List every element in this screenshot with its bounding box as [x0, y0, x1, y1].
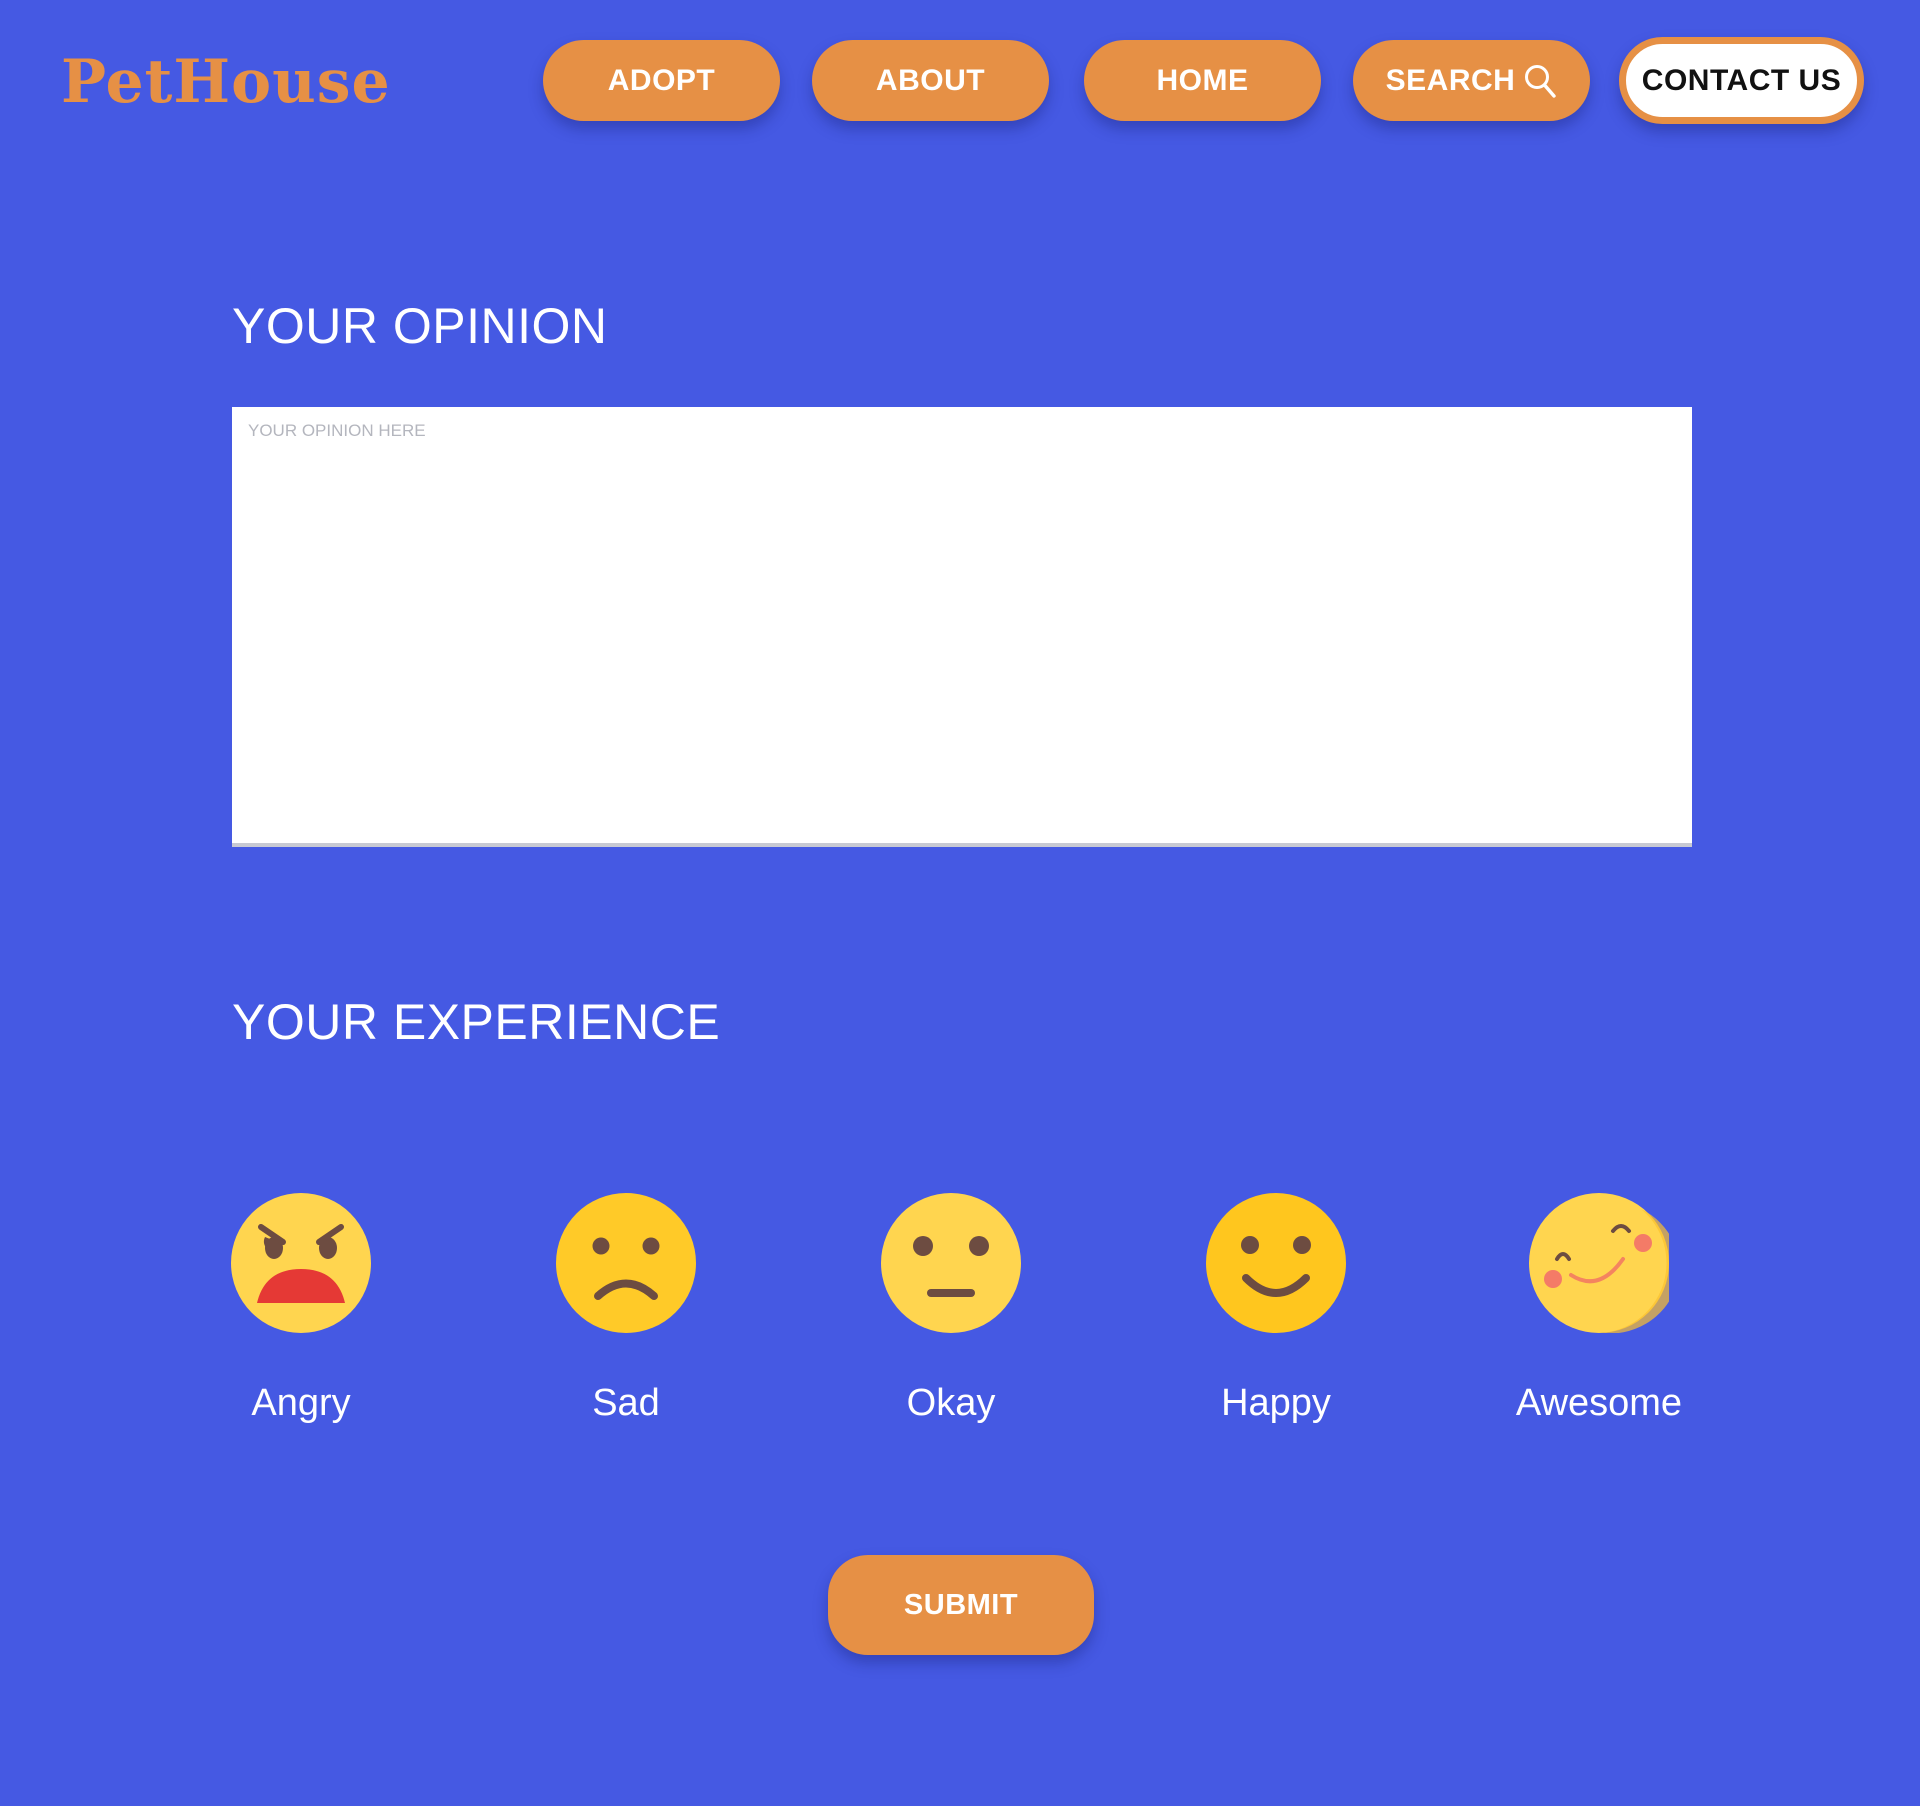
nav-contact-label: CONTACT US: [1641, 63, 1842, 97]
nav-contact-button[interactable]: CONTACT US: [1619, 37, 1864, 124]
rating-label-sad: Sad: [592, 1382, 660, 1424]
nav-adopt-button[interactable]: ADOPT: [543, 40, 780, 121]
nav-search-button[interactable]: SEARCH: [1353, 40, 1590, 121]
nav-home-label: HOME: [1156, 63, 1249, 97]
nav-about-label: ABOUT: [875, 63, 986, 97]
rating-option-angry[interactable]: Angry: [201, 1193, 401, 1425]
search-icon: [1523, 63, 1557, 99]
nav-home-button[interactable]: HOME: [1084, 40, 1321, 121]
site-logo[interactable]: PetHouse: [61, 42, 391, 122]
experience-heading: YOUR EXPERIENCE: [232, 994, 721, 1050]
opinion-heading: YOUR OPINION: [232, 298, 608, 354]
happy-face-icon: [1176, 1193, 1376, 1333]
nav-about-button[interactable]: ABOUT: [812, 40, 1049, 121]
submit-label: SUBMIT: [903, 1588, 1019, 1621]
angry-face-icon: [201, 1193, 401, 1333]
rating-option-sad[interactable]: Sad: [526, 1193, 726, 1425]
opinion-textarea[interactable]: [232, 407, 1692, 847]
neutral-face-icon: [851, 1193, 1051, 1333]
rating-option-okay[interactable]: Okay: [851, 1193, 1051, 1425]
nav-search-label: SEARCH: [1385, 63, 1516, 97]
rating-label-okay: Okay: [906, 1382, 996, 1424]
rating-label-angry: Angry: [251, 1382, 351, 1424]
sad-face-icon: [526, 1193, 726, 1333]
rating-label-awesome: Awesome: [1515, 1382, 1683, 1424]
nav-adopt-label: ADOPT: [607, 63, 716, 97]
rating-option-happy[interactable]: Happy: [1176, 1193, 1376, 1425]
submit-button[interactable]: SUBMIT: [828, 1555, 1094, 1655]
rating-option-awesome[interactable]: Awesome: [1499, 1193, 1699, 1425]
feedback-page: PetHouse ADOPT ABOUT HOME SEARCH CONTACT…: [0, 0, 1920, 1806]
awesome-face-icon: [1499, 1193, 1699, 1333]
rating-label-happy: Happy: [1221, 1382, 1331, 1424]
